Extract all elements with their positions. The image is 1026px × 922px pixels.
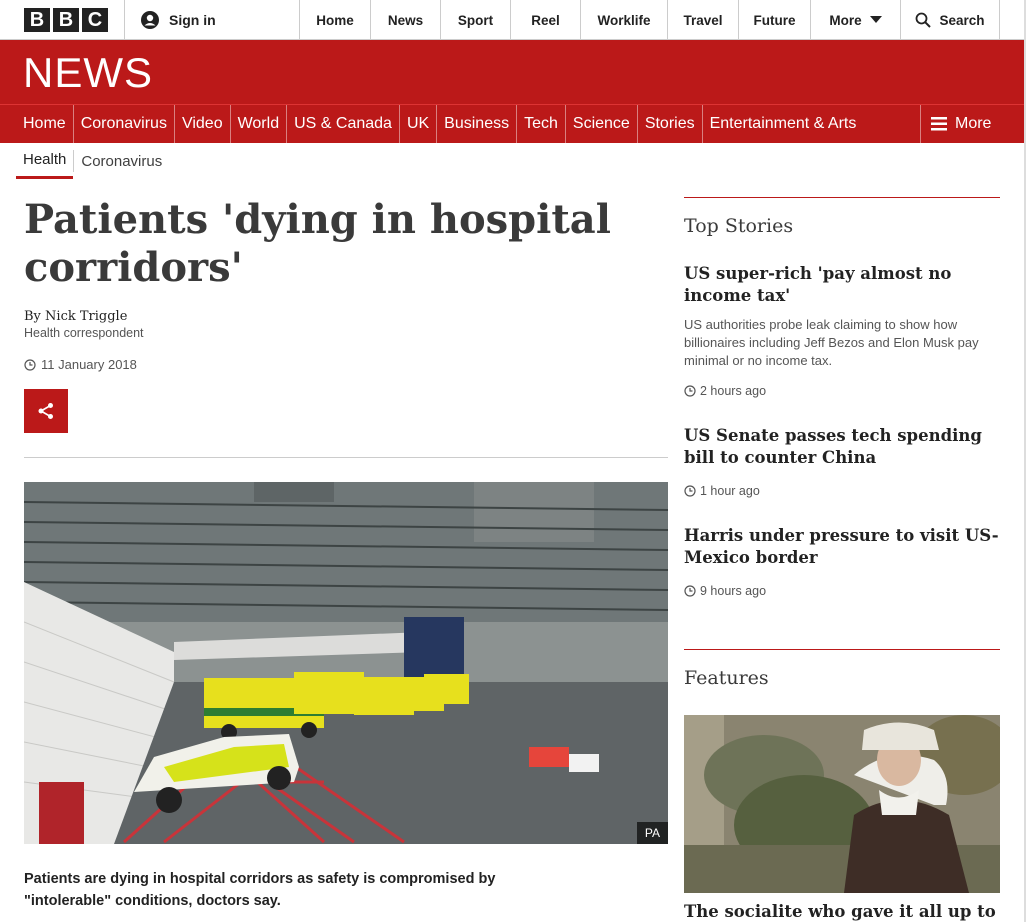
story-title-3[interactable]: Harris under pressure to visit US-Mexico…	[684, 525, 1000, 569]
search-label: Search	[939, 12, 985, 28]
sign-in-link[interactable]: Sign in	[124, 0, 300, 40]
clock-icon	[684, 485, 696, 497]
feature-photo[interactable]	[684, 715, 1000, 893]
section-nav: Home Coronavirus Video World US & Canada…	[0, 104, 1026, 143]
secnav-tech[interactable]: Tech	[517, 105, 566, 143]
topnav-more-label: More	[829, 12, 862, 28]
sign-in-label: Sign in	[169, 12, 216, 28]
story-time-text: 9 hours ago	[700, 584, 767, 598]
clock-icon	[24, 358, 36, 371]
subnav-health[interactable]: Health	[16, 143, 74, 179]
story-time-text: 1 hour ago	[700, 484, 760, 498]
topnav-future[interactable]: Future	[739, 0, 811, 40]
caret-down-icon	[869, 16, 882, 23]
features-heading: Features	[684, 667, 769, 689]
article-author-role: Health correspondent	[24, 326, 144, 340]
secnav-coronavirus[interactable]: Coronavirus	[74, 105, 175, 143]
logo-letter: C	[82, 8, 108, 32]
story-time-3: 9 hours ago	[684, 584, 766, 598]
topnav-news[interactable]: News	[371, 0, 441, 40]
secnav-us-canada[interactable]: US & Canada	[287, 105, 400, 143]
secnav-more-button[interactable]: More	[920, 105, 1026, 143]
secnav-video[interactable]: Video	[175, 105, 231, 143]
hospital-photo: PA	[24, 482, 668, 844]
story-summary-1: US authorities probe leak claiming to sh…	[684, 317, 979, 368]
logo-letter: B	[53, 8, 79, 32]
article-date: 11 January 2018	[24, 357, 137, 372]
section-nav-items: Home Coronavirus Video World US & Canada…	[16, 105, 863, 143]
news-brand[interactable]: NEWS	[23, 52, 153, 94]
hamburger-icon	[931, 117, 947, 131]
story-time-1: 2 hours ago	[684, 384, 766, 398]
article-byline: By Nick Triggle	[24, 309, 128, 324]
search-button[interactable]: Search	[901, 0, 1000, 40]
article-divider	[24, 457, 668, 458]
news-banner: NEWS	[0, 40, 1026, 104]
top-stories-heading: Top Stories	[684, 215, 794, 237]
search-icon	[916, 12, 932, 28]
features-rule	[684, 649, 1000, 650]
clock-icon	[684, 385, 696, 397]
secnav-world[interactable]: World	[231, 105, 288, 143]
topnav-reel[interactable]: Reel	[511, 0, 581, 40]
share-icon	[38, 403, 53, 419]
topnav-sport[interactable]: Sport	[441, 0, 511, 40]
topnav-home[interactable]: Home	[300, 0, 371, 40]
topnav-more[interactable]: More	[811, 0, 901, 40]
story-title-2[interactable]: US Senate passes tech spending bill to c…	[684, 425, 1000, 469]
bbc-top-nav: Home News Sport Reel Worklife Travel Fut…	[300, 0, 901, 40]
secnav-uk[interactable]: UK	[400, 105, 438, 143]
story-time-text: 2 hours ago	[700, 384, 767, 398]
logo-letter: B	[24, 8, 50, 32]
hospital-illustration	[24, 482, 668, 844]
clock-icon	[684, 585, 696, 597]
subnav-coronavirus[interactable]: Coronavirus	[74, 143, 169, 179]
top-stories-rule	[684, 197, 1000, 198]
article-headline: Patients 'dying in hospital corridors'	[24, 196, 611, 291]
account-icon	[141, 11, 159, 29]
image-credit: PA	[636, 822, 668, 844]
story-title-1[interactable]: US super-rich 'pay almost no income tax'	[684, 263, 1000, 307]
secnav-business[interactable]: Business	[437, 105, 518, 143]
feature-illustration	[684, 715, 1000, 893]
feature-title[interactable]: The socialite who gave it all up to	[684, 901, 1000, 922]
story-time-2: 1 hour ago	[684, 484, 760, 498]
bbc-top-bar: B B C Sign in Home News Sport Reel Workl…	[0, 0, 1026, 40]
secnav-home[interactable]: Home	[16, 105, 74, 143]
topnav-worklife[interactable]: Worklife	[581, 0, 668, 40]
bbc-logo[interactable]: B B C	[24, 8, 108, 32]
share-button[interactable]	[24, 389, 68, 433]
topnav-travel[interactable]: Travel	[668, 0, 739, 40]
article-date-text: 11 January 2018	[41, 357, 137, 372]
sub-nav: Health Coronavirus	[16, 143, 169, 181]
secnav-more-label: More	[955, 115, 992, 132]
secnav-entertainment-arts[interactable]: Entertainment & Arts	[703, 105, 864, 143]
secnav-science[interactable]: Science	[566, 105, 638, 143]
secnav-stories[interactable]: Stories	[638, 105, 703, 143]
article-summary: Patients are dying in hospital corridors…	[24, 871, 496, 909]
